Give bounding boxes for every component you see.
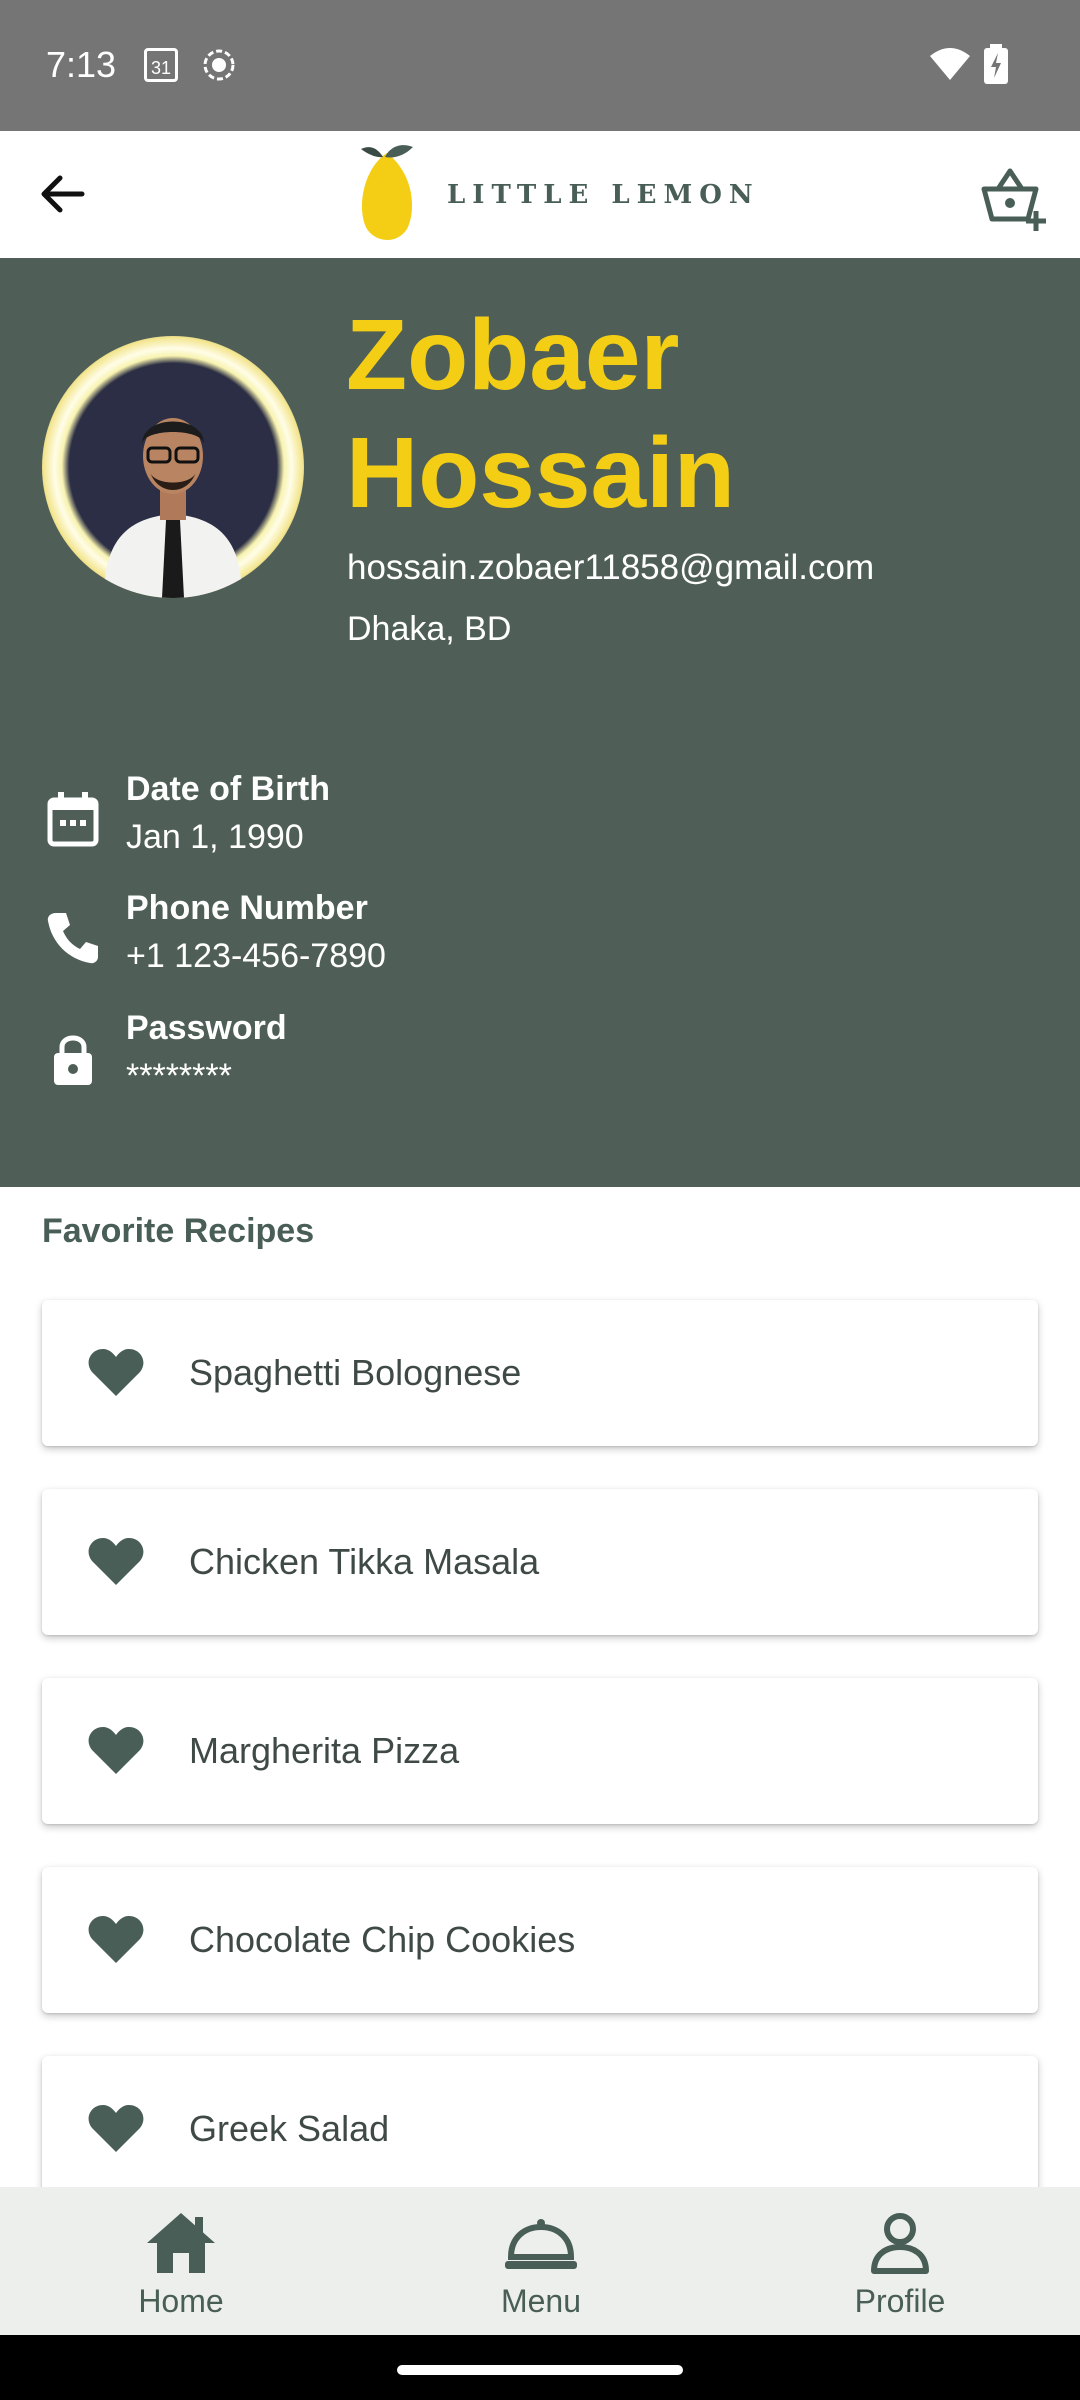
heart-icon[interactable] — [87, 1915, 145, 1965]
person-icon — [871, 2213, 929, 2274]
lock-icon — [54, 1035, 92, 1085]
nav-home[interactable]: Home — [81, 2187, 281, 2335]
profile-location: Dhaka, BD — [347, 610, 512, 648]
date-of-birth-row: Date of Birth Jan 1, 1990 — [42, 770, 942, 870]
recipe-name: Greek Salad — [189, 2108, 390, 2149]
calendar-notification-icon: 31 — [144, 48, 178, 82]
screen-record-icon — [203, 49, 235, 81]
nav-label: Menu — [500, 2283, 582, 2319]
status-bar: 7:13 31 — [0, 0, 1080, 131]
recipe-name: Spaghetti Bolognese — [189, 1352, 522, 1393]
detail-value: +1 123-456-7890 — [126, 937, 386, 975]
recipe-name: Chocolate Chip Cookies — [189, 1919, 576, 1960]
recipe-name: Margherita Pizza — [189, 1730, 460, 1771]
recipe-card[interactable]: Chocolate Chip Cookies — [42, 1867, 1038, 2013]
phone-number-row: Phone Number +1 123-456-7890 — [42, 889, 942, 989]
logo-wordmark: LITTLE LEMON — [447, 180, 760, 210]
profile-name: Zobaer Hossain — [346, 299, 736, 529]
lemon-icon — [361, 145, 413, 241]
home-icon — [147, 2213, 215, 2273]
detail-label: Date of Birth — [126, 770, 330, 808]
status-time: 7:13 — [46, 44, 117, 85]
heart-icon[interactable] — [87, 1537, 145, 1587]
back-arrow-icon[interactable] — [30, 161, 96, 227]
nav-menu[interactable]: Menu — [441, 2187, 641, 2335]
top-app-bar: LITTLE LEMON — [0, 131, 1080, 258]
phone-icon — [47, 913, 98, 964]
avatar[interactable] — [42, 336, 304, 598]
battery-charging-icon — [984, 44, 1008, 84]
little-lemon-logo: LITTLE LEMON — [355, 143, 760, 247]
cloche-icon — [505, 2219, 577, 2269]
profile-header: Zobaer Hossain hossain.zobaer11858@gmail… — [0, 258, 1080, 1187]
bottom-navigation: Home Menu Profile — [0, 2187, 1080, 2335]
heart-icon[interactable] — [87, 1348, 145, 1398]
wifi-icon — [930, 48, 970, 80]
nav-profile[interactable]: Profile — [800, 2187, 1000, 2335]
home-gesture-handle[interactable] — [397, 2365, 683, 2375]
heart-icon[interactable] — [87, 2104, 145, 2154]
system-navigation-bar — [0, 2335, 1080, 2400]
detail-value: Jan 1, 1990 — [126, 818, 304, 856]
detail-label: Phone Number — [126, 889, 368, 927]
calendar-icon — [47, 792, 99, 847]
add-to-basket-icon[interactable] — [978, 161, 1050, 233]
profile-photo — [104, 418, 242, 598]
recipe-card[interactable]: Spaghetti Bolognese — [42, 1300, 1038, 1446]
password-row: Password ******** — [42, 1009, 942, 1109]
nav-label: Profile — [854, 2283, 946, 2319]
detail-value: ******** — [126, 1057, 232, 1095]
nav-label: Home — [138, 2283, 224, 2319]
recipe-card[interactable]: Margherita Pizza — [42, 1678, 1038, 1824]
recipe-card[interactable]: Chicken Tikka Masala — [42, 1489, 1038, 1635]
detail-label: Password — [126, 1009, 287, 1047]
profile-email: hossain.zobaer11858@gmail.com — [347, 548, 875, 587]
favorites-heading: Favorite Recipes — [42, 1212, 315, 1250]
recipe-card[interactable]: Greek Salad — [42, 2056, 1038, 2202]
heart-icon[interactable] — [87, 1726, 145, 1776]
recipe-name: Chicken Tikka Masala — [189, 1541, 540, 1582]
